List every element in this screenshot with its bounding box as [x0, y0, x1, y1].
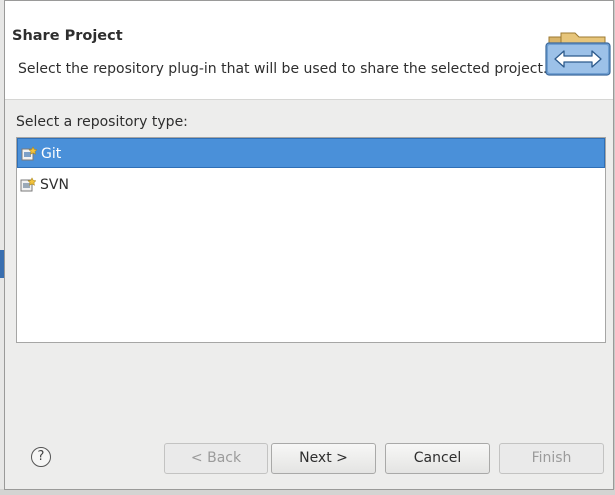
dialog-banner: Share Project Select the repository plug… [5, 1, 613, 100]
list-item-svn[interactable]: SVN [17, 170, 605, 200]
list-item-label: Git [41, 146, 62, 162]
git-repo-icon [21, 146, 37, 161]
share-folders-icon [545, 32, 611, 76]
next-button[interactable]: Next > [271, 443, 376, 474]
list-item-label: SVN [40, 177, 69, 193]
repository-type-label: Select a repository type: [16, 114, 188, 130]
share-project-dialog: Share Project Select the repository plug… [4, 0, 614, 490]
finish-button[interactable]: Finish [499, 443, 604, 474]
dialog-description: Select the repository plug-in that will … [18, 61, 548, 77]
svn-repo-icon [20, 177, 36, 192]
repository-type-list[interactable]: Git SVN [16, 137, 606, 343]
cancel-button[interactable]: Cancel [385, 443, 490, 474]
back-button[interactable]: < Back [164, 443, 268, 474]
dialog-title: Share Project [12, 28, 123, 44]
help-button[interactable]: ? [31, 447, 51, 467]
list-item-git[interactable]: Git [17, 138, 605, 168]
